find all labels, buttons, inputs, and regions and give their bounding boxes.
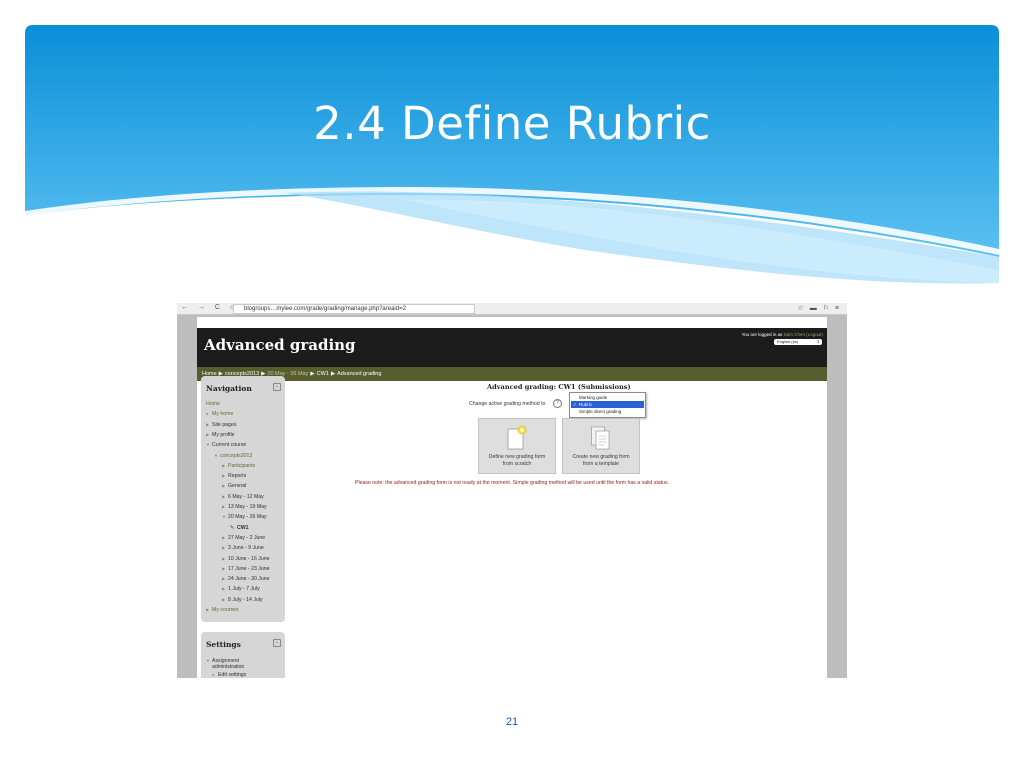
option-label: Simple direct grading [579, 409, 622, 415]
language-select[interactable]: English (en) ⇕ [774, 339, 822, 345]
nav-item-label: 1 July - 7 July [228, 586, 260, 593]
nav-item[interactable]: ✎ CW1 [230, 524, 249, 532]
nav-item-label: My home [212, 411, 234, 418]
nav-item[interactable]: ● My home [206, 410, 233, 418]
nav-item[interactable]: ▶ Reports [222, 472, 246, 480]
page-number: 21 [505, 716, 519, 728]
login-prefix: You are logged in as [741, 332, 783, 337]
logout-link[interactable]: (Logout) [806, 332, 823, 337]
nav-item-label: Participants [228, 462, 256, 469]
browser-nav-icons[interactable]: ← → C ⌂ [181, 304, 238, 311]
nav-item-label: 17 June - 23 June [228, 565, 270, 572]
breadcrumb: Home ▶ concepts2013 ▶ 20 May - 26 May ▶ CW1 ▶ Ad… [197, 367, 827, 381]
select-arrows-icon: ⇕ [816, 339, 820, 344]
nav-item-label: 3 June - 9 June [228, 545, 264, 552]
grading-method-option[interactable]: Marking guide [571, 394, 644, 401]
nav-item-label: concepts2013 [220, 452, 253, 459]
caption-line: from a template [582, 461, 620, 467]
login-user-link[interactable]: Sam Chen [784, 332, 805, 337]
nav-item-label: Home [206, 401, 220, 407]
nav-item-label: 6 May - 12 May [228, 493, 264, 500]
nav-item[interactable]: ▶ 1 July - 7 July [222, 585, 260, 593]
collapse-icon[interactable]: − [273, 383, 281, 391]
caption-line: from scratch [502, 461, 532, 467]
collapse-icon[interactable]: − [273, 639, 281, 647]
nav-item[interactable]: ▶ My courses [206, 606, 239, 614]
grading-method-dropdown[interactable]: Marking guide ✓ Rubric Simple direct gradin… [569, 392, 646, 418]
nav-item-label: My courses [212, 607, 239, 613]
nav-item[interactable]: ▼ concepts2013 [214, 452, 252, 460]
breadcrumb-item: Advanced grading [337, 371, 382, 377]
status-note: Please note: the advanced grading form i… [354, 480, 670, 486]
login-info: You are logged in as Sam Chen (Logout) [742, 332, 823, 337]
settings-title: Settings [206, 640, 241, 649]
embedded-screenshot: ← → C ⌂ blogroups…mylee.com/grade/gradin… [177, 303, 847, 678]
nav-item[interactable]: ▼ Current course [206, 441, 246, 449]
nav-item-label: My profile [212, 431, 235, 438]
define-new-form-caption: Define new grading form from scratch [479, 454, 555, 468]
nav-item-label: 13 May - 19 May [228, 504, 267, 510]
nav-item[interactable]: ▼ 20 May - 26 May [222, 513, 267, 521]
create-from-template-button[interactable]: Create new grading form from a template [562, 418, 640, 474]
breadcrumb-separator-icon: ▶ [330, 371, 336, 377]
settings-block: Settings − ▼ Assignment administration ● Edi… [201, 632, 285, 678]
help-icon[interactable]: ? [553, 399, 562, 408]
settings-item[interactable]: ● Edit settings [212, 671, 246, 678]
nav-item-label: Current course [212, 442, 247, 449]
checkmark-icon: ✓ [573, 402, 577, 408]
define-new-form-button[interactable]: Define new grading form from scratch [478, 418, 556, 474]
moodle-page: Advanced grading You are logged in as Sa… [197, 317, 827, 678]
settings-item[interactable]: administration [206, 664, 244, 671]
nav-item[interactable]: ▶ 13 May - 19 May [222, 503, 267, 511]
grading-method-option[interactable]: ✓ Rubric [571, 401, 644, 409]
nav-item-label: Site pages [212, 421, 237, 428]
breadcrumb-separator-icon: ▶ [310, 371, 315, 377]
option-label: Rubric [579, 402, 593, 408]
nav-item[interactable]: ▶ 17 June - 23 June [222, 565, 270, 573]
nav-item[interactable]: ▶ 3 June - 9 June [222, 544, 264, 552]
slide-header: 2.4 Define Rubric [25, 25, 999, 285]
moodle-header: Advanced grading You are logged in as Sa… [197, 328, 827, 381]
nav-item-label: 20 May - 26 May [228, 514, 267, 521]
create-from-template-caption: Create new grading form from a template [563, 454, 639, 468]
nav-item[interactable]: ▶ 27 May - 2 June [222, 534, 265, 542]
language-value: English (en) [777, 339, 799, 344]
caption-line: Define new grading form [488, 454, 546, 460]
nav-item-label: Reports [228, 473, 247, 480]
nav-item[interactable]: ▶ 24 June - 30 June [222, 575, 270, 583]
nav-item-label: CW1 [237, 524, 249, 531]
nav-item-label: 10 June - 16 June [228, 555, 270, 562]
assignment-icon: ✎ [230, 524, 235, 531]
nav-item[interactable]: ▶ 10 June - 16 June [222, 555, 270, 563]
nav-item[interactable]: ▶ 8 July - 14 July [222, 596, 263, 604]
breadcrumb-item[interactable]: CW1 [317, 371, 329, 377]
grading-method-option[interactable]: Simple direct grading [571, 408, 644, 415]
nav-item-label: 27 May - 2 June [228, 534, 266, 541]
caption-line: Create new grading form [572, 454, 630, 460]
navigation-title: Navigation [206, 384, 252, 393]
navigation-block: Navigation − Home ● My home ▶ Site pages ▶ My … [201, 376, 285, 622]
browser-extension-icons[interactable]: ☆ ▬ ⚐ ≡ [798, 304, 841, 312]
nav-item-label: 24 June - 30 June [228, 576, 270, 583]
site-name[interactable]: Advanced grading [204, 336, 356, 354]
nav-item[interactable]: ▶ My profile [206, 431, 235, 439]
template-documents-icon [591, 426, 610, 450]
page-title: Advanced grading: CW1 (Submissions) [487, 383, 631, 391]
nav-item[interactable]: ▶ Participants [222, 462, 255, 470]
change-method-label: Change active grading method to [469, 401, 546, 407]
browser-toolbar: ← → C ⌂ blogroups…mylee.com/grade/gradin… [177, 303, 847, 315]
slide-title: 2.4 Define Rubric [313, 97, 711, 150]
nav-item[interactable]: ▶ Site pages [206, 421, 237, 429]
nav-item-label: 8 July - 14 July [228, 596, 263, 603]
option-label: Marking guide [579, 395, 608, 400]
settings-item-label: administration [212, 664, 245, 670]
nav-item[interactable]: ▶ 6 May - 12 May [222, 493, 264, 501]
settings-item-label: Edit settings [218, 672, 247, 678]
new-document-icon [507, 425, 527, 450]
nav-item[interactable]: Home [206, 400, 220, 408]
address-bar[interactable]: blogroups…mylee.com/grade/grading/manage… [233, 304, 475, 314]
header-background [25, 25, 999, 284]
